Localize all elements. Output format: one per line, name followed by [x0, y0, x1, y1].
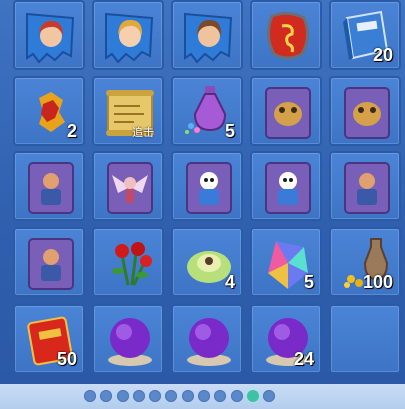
purple-winged-fairy-card-icon	[107, 162, 153, 214]
inventory-slot[interactable]	[250, 0, 322, 70]
item-tag: 追击	[132, 126, 154, 139]
red-roses-icon	[112, 242, 152, 286]
inventory-slot[interactable]: 4	[171, 227, 243, 297]
purple-robot-card-icon	[265, 162, 311, 214]
purple-orb-icon	[187, 318, 231, 366]
page-dot[interactable]	[149, 390, 162, 402]
inventory-slot[interactable]	[13, 0, 85, 70]
page-dot[interactable]	[214, 390, 227, 402]
inventory-slot[interactable]: 5	[250, 227, 322, 297]
inventory-slot[interactable]: 100	[329, 227, 401, 297]
inventory-slot[interactable]: 50	[13, 304, 85, 374]
inventory-slot[interactable]	[13, 151, 85, 221]
inventory-slot[interactable]: 2	[13, 76, 85, 146]
inventory-slot-empty[interactable]	[329, 304, 401, 374]
inventory-slot[interactable]: 20	[329, 0, 401, 70]
page-dot[interactable]	[230, 390, 243, 402]
purple-orb-icon	[108, 318, 152, 366]
inventory-slot[interactable]	[171, 151, 243, 221]
item-quantity: 5	[224, 121, 235, 141]
page-dot[interactable]	[165, 390, 178, 402]
portrait-card-brown-hair-icon	[184, 12, 233, 64]
purple-beast-card-icon	[265, 87, 311, 139]
item-quantity: 5	[303, 272, 314, 292]
page-indicator-bar	[0, 384, 405, 409]
portrait-card-red-hair-icon	[26, 12, 75, 64]
item-quantity: 20	[372, 45, 393, 65]
red-gem-talisman-icon	[267, 11, 309, 60]
item-quantity: 4	[224, 272, 235, 292]
inventory-slot[interactable]	[250, 76, 322, 146]
purple-warrior-card-icon	[28, 162, 74, 214]
item-quantity: 100	[362, 272, 393, 292]
inventory-slot[interactable]	[92, 304, 164, 374]
page-dot[interactable]	[181, 390, 194, 402]
inventory-slot[interactable]: 24	[250, 304, 322, 374]
inventory-slot[interactable]	[250, 151, 322, 221]
page-dot-active[interactable]	[246, 390, 259, 402]
item-quantity: 50	[56, 349, 77, 369]
purple-beast-card-icon	[344, 87, 390, 139]
inventory-grid: 20 2 追击 5 4 5 100 50 24	[13, 0, 405, 375]
item-quantity: 24	[293, 349, 314, 369]
page-dots	[84, 390, 276, 402]
inventory-slot[interactable]	[92, 227, 164, 297]
page-dot[interactable]	[198, 390, 211, 402]
inventory-slot[interactable]	[171, 304, 243, 374]
inventory-slot[interactable]: 5	[171, 76, 243, 146]
inventory-slot[interactable]	[329, 151, 401, 221]
page-dot[interactable]	[100, 390, 113, 402]
page-dot[interactable]	[84, 390, 96, 402]
page-dot[interactable]	[132, 390, 145, 402]
inventory-slot[interactable]	[329, 76, 401, 146]
purple-warrior-card-icon	[344, 162, 390, 214]
inventory-slot[interactable]	[13, 227, 85, 297]
inventory-slot[interactable]	[92, 0, 164, 70]
inventory-slot[interactable]	[171, 0, 243, 70]
page-dot[interactable]	[116, 390, 129, 402]
inventory-slot[interactable]	[92, 151, 164, 221]
item-quantity: 2	[66, 121, 77, 141]
inventory-slot[interactable]: 追击	[92, 76, 164, 146]
portrait-card-blonde-icon	[105, 12, 154, 64]
purple-robot-card-icon	[186, 162, 232, 214]
page-dot[interactable]	[263, 390, 276, 402]
purple-warrior-card-icon	[28, 238, 74, 290]
